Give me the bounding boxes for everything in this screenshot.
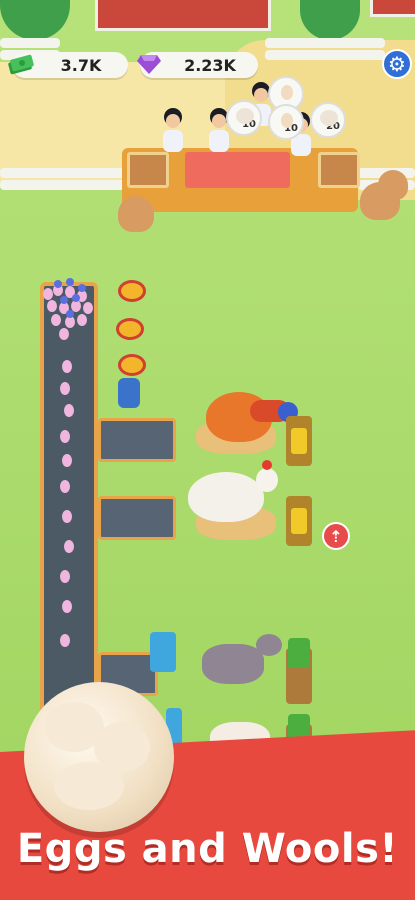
worker-body (118, 378, 140, 408)
egg (64, 404, 74, 417)
gem-counter: 2.23K (137, 52, 258, 78)
egg-icon (281, 85, 293, 100)
egg-pile (40, 276, 98, 340)
cash-counter: 3.7K (8, 52, 128, 78)
grain-sack (118, 196, 154, 232)
order-bubble: 10 (268, 104, 304, 140)
side-belt (98, 418, 176, 462)
hen-comb (262, 460, 272, 470)
gear-icon: ⚙ (388, 52, 406, 76)
barn (95, 0, 271, 31)
gem-value: 2.23K (184, 55, 236, 75)
stall-counter (185, 152, 290, 188)
egg (62, 360, 72, 373)
game-scene[interactable]: 3.7K 2.23K ⚙ 10 10 20 ⇡ Eggs and Wools! (0, 0, 415, 900)
egg (60, 570, 70, 583)
side-belt (98, 496, 176, 540)
worker (118, 354, 146, 376)
carrot-crate (127, 152, 169, 188)
wool-icon (236, 108, 254, 124)
barn (370, 0, 415, 17)
fence (265, 38, 385, 48)
grain-sack (378, 170, 408, 200)
order-bubble: 10 (226, 100, 262, 136)
settings-button[interactable]: ⚙ (382, 49, 412, 79)
upgrade-button[interactable]: ⇡ (322, 522, 350, 550)
egg (60, 430, 70, 443)
sheep (202, 644, 264, 684)
feed-trough (286, 496, 312, 546)
cash-value: 3.7K (60, 55, 102, 75)
sheep-head (256, 634, 282, 656)
feed-trough (286, 416, 312, 466)
order-bubble: 20 (310, 102, 346, 138)
customer (160, 108, 186, 154)
fence (0, 168, 125, 178)
wool-lobe (54, 762, 124, 810)
grass (288, 638, 310, 668)
worker (116, 318, 144, 340)
egg (64, 540, 74, 553)
wool-machine (150, 632, 176, 672)
wool-icon (320, 110, 338, 126)
carrot-crate (318, 152, 360, 188)
up-arrow-icon: ⇡ (329, 526, 343, 546)
egg-icon (281, 113, 293, 128)
egg (62, 600, 72, 613)
hen-head (256, 468, 278, 492)
tree (300, 0, 360, 40)
wool-ball-icon (24, 682, 174, 832)
fence (0, 38, 60, 48)
cash-stack-icon (6, 49, 36, 79)
egg (60, 480, 70, 493)
promo-title: Eggs and Wools! (16, 826, 399, 872)
worker (118, 280, 146, 302)
egg (62, 454, 72, 467)
tree (0, 0, 70, 40)
purple-gem-icon (134, 49, 164, 79)
egg (60, 634, 70, 647)
egg (62, 510, 72, 523)
white-hen (188, 472, 264, 522)
egg (60, 382, 70, 395)
